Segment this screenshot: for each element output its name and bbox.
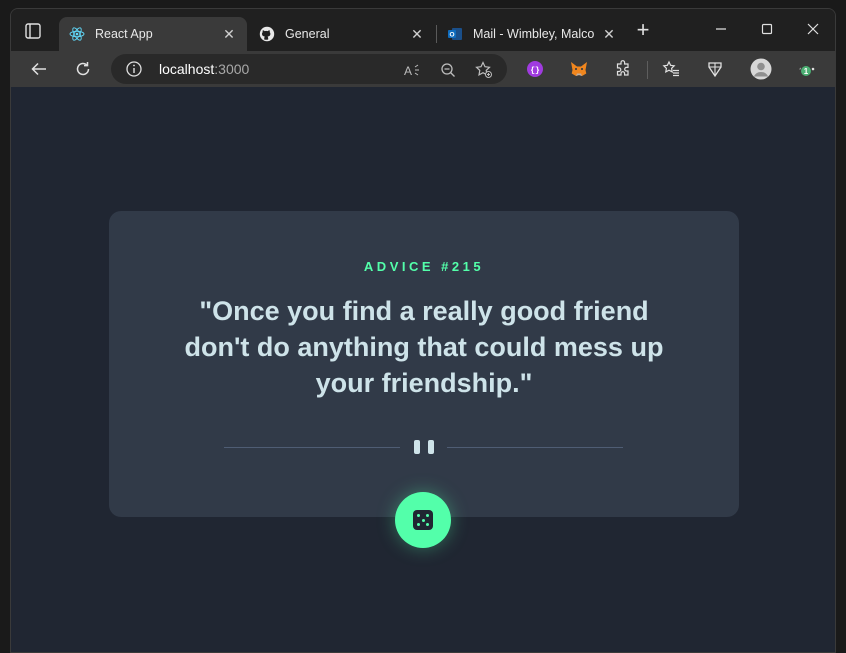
close-tab-icon[interactable]: ✕ bbox=[409, 26, 425, 42]
react-icon bbox=[69, 26, 85, 42]
add-favorite-icon[interactable] bbox=[475, 61, 493, 79]
url-port: :3000 bbox=[214, 61, 250, 77]
close-tab-icon[interactable]: ✕ bbox=[221, 26, 237, 42]
extension-purple-icon[interactable]: {} bbox=[523, 57, 547, 81]
tab-general[interactable]: General ✕ bbox=[249, 17, 435, 51]
toolbar-separator bbox=[647, 61, 648, 79]
tab-mail[interactable]: O Mail - Wimbley, Malcolm ✕ bbox=[437, 17, 627, 51]
page-content: ADVICE #215 "Once you find a really good… bbox=[11, 87, 835, 652]
site-info-icon[interactable] bbox=[125, 60, 143, 78]
close-tab-icon[interactable]: ✕ bbox=[601, 26, 617, 42]
tab-title: React App bbox=[95, 27, 153, 41]
advice-id-label: ADVICE #215 bbox=[363, 259, 485, 274]
url-host: localhost bbox=[159, 61, 215, 77]
close-window-button[interactable] bbox=[803, 19, 823, 39]
address-url: localhost:3000 bbox=[159, 61, 249, 77]
tab-strip: React App ✕ General ✕ O Mail - Wimbley, … bbox=[11, 9, 835, 51]
outlook-icon: O bbox=[447, 26, 463, 42]
profile-avatar[interactable] bbox=[749, 57, 773, 81]
svg-text:O: O bbox=[449, 32, 454, 39]
minimize-button[interactable] bbox=[711, 19, 731, 39]
advice-quote: "Once you find a really good friend don'… bbox=[184, 296, 664, 398]
tab-actions-icon[interactable] bbox=[23, 21, 43, 41]
notification-badge: 1 bbox=[800, 65, 812, 77]
badge-count: 1 bbox=[804, 67, 809, 76]
zoom-out-icon[interactable] bbox=[439, 61, 457, 79]
divider-line-left bbox=[224, 447, 400, 448]
divider-line-right bbox=[447, 447, 623, 448]
extensions-icon[interactable] bbox=[611, 57, 635, 81]
read-aloud-icon[interactable]: A bbox=[403, 61, 421, 79]
maximize-button[interactable] bbox=[757, 19, 777, 39]
favorites-icon[interactable] bbox=[659, 57, 683, 81]
svg-text:A: A bbox=[404, 64, 412, 78]
tab-title: Mail - Wimbley, Malcolm bbox=[473, 27, 595, 41]
tab-react-app[interactable]: React App ✕ bbox=[59, 17, 247, 51]
metamask-icon[interactable] bbox=[567, 57, 591, 81]
advice-card: ADVICE #215 "Once you find a really good… bbox=[109, 211, 739, 517]
address-bar[interactable]: localhost:3000 A bbox=[111, 54, 507, 84]
browser-window: React App ✕ General ✕ O Mail - Wimbley, … bbox=[10, 8, 836, 653]
browser-essentials-icon[interactable] bbox=[703, 57, 727, 81]
svg-text:{}: {} bbox=[530, 67, 540, 76]
pause-icon bbox=[414, 440, 434, 454]
github-icon bbox=[259, 26, 275, 42]
new-tab-button[interactable]: + bbox=[633, 19, 653, 41]
refresh-button[interactable] bbox=[71, 57, 95, 81]
back-button[interactable] bbox=[27, 57, 51, 81]
dice-icon bbox=[413, 510, 433, 530]
tab-title: General bbox=[285, 27, 330, 41]
new-advice-button[interactable] bbox=[395, 492, 451, 548]
browser-toolbar: localhost:3000 A {} bbox=[11, 51, 835, 87]
